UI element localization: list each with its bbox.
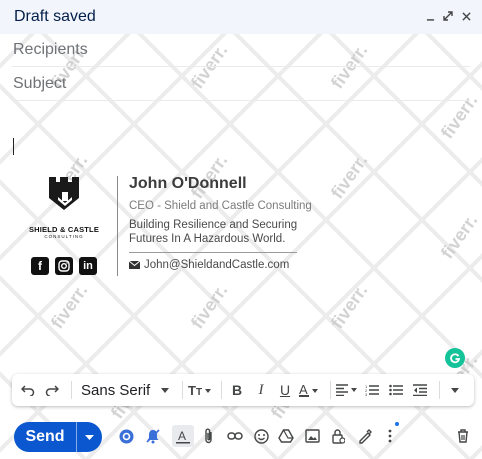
reminder-bell-icon[interactable]: [143, 426, 163, 446]
bold-icon[interactable]: B: [227, 378, 247, 402]
facebook-icon[interactable]: f: [31, 257, 49, 275]
subject-input[interactable]: [12, 75, 470, 93]
social-links: f in: [31, 257, 97, 275]
recipients-row: [12, 34, 470, 67]
text-cursor[interactable]: [13, 138, 14, 155]
attach-file-icon[interactable]: [199, 426, 219, 446]
signature-rule: [129, 252, 297, 253]
emoji-icon[interactable]: [251, 426, 271, 446]
send-button[interactable]: Send: [14, 422, 102, 452]
indent-less-icon[interactable]: [410, 378, 430, 402]
expand-icon[interactable]: [442, 10, 454, 22]
font-size-icon[interactable]: TT: [188, 378, 212, 402]
watermark-text: fiverr.: [327, 281, 372, 333]
redo-icon[interactable]: [42, 378, 62, 402]
toolbar-separator: [182, 381, 183, 399]
signature-email-row[interactable]: John@ShieldandCastle.com: [129, 259, 289, 271]
linkedin-icon[interactable]: in: [79, 257, 97, 275]
formatting-toolbar: Sans Serif TT B I U A 123: [12, 374, 474, 406]
watermark-text: fiverr.: [187, 281, 232, 333]
watermark-text: fiverr.: [47, 281, 92, 333]
formatting-options-icon[interactable]: A: [172, 425, 194, 447]
send-label: Send: [25, 428, 65, 445]
underline-icon[interactable]: U: [275, 378, 295, 402]
toolbar-separator: [330, 381, 331, 399]
instagram-icon[interactable]: [55, 257, 73, 275]
castle-logo: SHIELD & CASTLE CONSULTING: [26, 172, 106, 242]
signature-title: CEO - Shield and Castle Consulting: [129, 200, 312, 212]
signature-divider: [117, 176, 118, 276]
toolbar-separator: [221, 381, 222, 399]
signature-email: John@ShieldandCastle.com: [144, 259, 290, 271]
schedule-send-icon[interactable]: [77, 434, 102, 440]
brand-name: SHIELD & CASTLE: [28, 225, 100, 234]
font-family-value: Sans Serif: [81, 381, 151, 399]
confidential-mode-icon[interactable]: [328, 426, 348, 446]
italic-icon[interactable]: I: [251, 378, 271, 402]
watermark-text: fiverr.: [437, 211, 482, 263]
numbered-list-icon[interactable]: 123: [362, 378, 382, 402]
draft-status: Draft saved: [14, 8, 96, 25]
svg-text:T: T: [196, 387, 202, 397]
signature-tagline: Building Resilience and Securing Futures…: [129, 219, 298, 245]
align-icon[interactable]: [336, 378, 358, 402]
toolbar-separator: [71, 381, 72, 399]
text-color-icon[interactable]: A: [299, 378, 321, 402]
google-drive-icon[interactable]: [276, 426, 296, 446]
compose-header: Draft saved: [0, 0, 482, 34]
signature-pen-icon[interactable]: [354, 426, 374, 446]
window-controls: [424, 10, 472, 22]
toolbar-separator: [439, 381, 440, 399]
close-icon[interactable]: [460, 10, 472, 22]
svg-text:A: A: [178, 429, 186, 443]
dropdown-arrow-icon: [161, 387, 169, 393]
grammarly-icon[interactable]: [445, 348, 465, 368]
brand-subtitle: CONSULTING: [44, 234, 84, 239]
insert-photo-icon[interactable]: [302, 426, 322, 446]
svg-text:3: 3: [365, 392, 368, 396]
more-options-icon[interactable]: [380, 422, 400, 446]
watermark-text: fiverr.: [327, 151, 372, 203]
svg-text:A: A: [299, 383, 308, 397]
subject-row: [12, 68, 470, 101]
svg-text:T: T: [188, 383, 196, 397]
minimize-icon[interactable]: [424, 10, 436, 22]
insert-link-icon[interactable]: [225, 426, 245, 446]
font-family-select[interactable]: Sans Serif: [77, 378, 173, 402]
signature-name: John O'Donnell: [129, 175, 247, 192]
notification-dot: [395, 422, 399, 426]
mail-icon: [129, 261, 140, 269]
more-formatting-icon[interactable]: [445, 378, 465, 402]
discard-draft-icon[interactable]: [453, 426, 473, 446]
bulleted-list-icon[interactable]: [386, 378, 406, 402]
castle-icon: [49, 177, 79, 210]
undo-icon[interactable]: [18, 378, 38, 402]
recipients-input[interactable]: [12, 41, 470, 59]
boomerang-icon[interactable]: [116, 426, 136, 446]
